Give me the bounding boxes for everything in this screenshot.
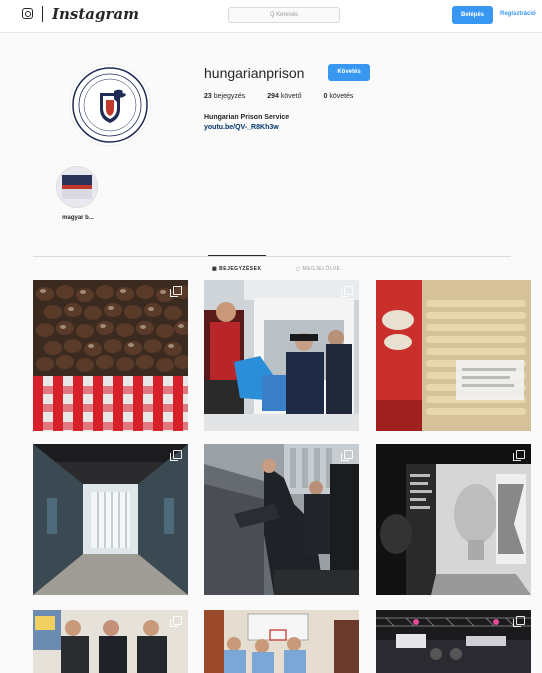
post-tile[interactable] bbox=[376, 444, 531, 595]
following-stat[interactable]: 0 követés bbox=[323, 93, 353, 100]
highlight-label: magyar b... bbox=[62, 215, 94, 221]
post-image bbox=[33, 280, 188, 431]
multiple-images-icon bbox=[513, 450, 525, 461]
multiple-images-icon bbox=[341, 450, 353, 461]
post-image bbox=[204, 280, 359, 431]
post-image bbox=[33, 444, 188, 595]
post-tile[interactable] bbox=[204, 444, 359, 595]
posts-label: bejegyzés bbox=[213, 93, 246, 100]
followers-count: 294 bbox=[267, 93, 279, 100]
post-image bbox=[204, 444, 359, 595]
multiple-images-icon bbox=[170, 616, 182, 627]
post-tile[interactable] bbox=[33, 444, 188, 595]
post-image bbox=[33, 610, 188, 673]
profile-stats: 23 bejegyzés 294 követő 0 követés bbox=[204, 93, 373, 100]
post-tile[interactable] bbox=[376, 610, 531, 673]
followers-stat[interactable]: 294 követő bbox=[267, 93, 301, 100]
divider bbox=[42, 6, 43, 22]
search-input[interactable]: Q Keresés bbox=[228, 7, 340, 23]
tab-posts[interactable]: ▦ BEJEGYZÉSEK bbox=[212, 266, 262, 272]
register-link[interactable]: Regisztráció bbox=[500, 11, 536, 17]
active-tab-indicator bbox=[208, 255, 266, 256]
post-image bbox=[376, 444, 531, 595]
tab-posts-label: BEJEGYZÉSEK bbox=[219, 266, 262, 272]
posts-stat: 23 bejegyzés bbox=[204, 93, 245, 100]
camera-icon[interactable] bbox=[22, 8, 33, 19]
multiple-images-icon bbox=[170, 286, 182, 297]
post-image bbox=[376, 610, 531, 673]
post-tile[interactable] bbox=[376, 280, 531, 431]
post-tile[interactable] bbox=[204, 610, 359, 673]
following-count: 0 bbox=[323, 93, 328, 100]
tab-tagged-label: MEGJELÖLVE bbox=[302, 266, 341, 272]
top-navigation-bar: Instagram Q Keresés Belépés Regisztráció bbox=[0, 0, 542, 33]
profile-full-name: Hungarian Prison Service bbox=[204, 114, 290, 121]
highlight-cover-icon bbox=[57, 167, 97, 207]
followers-label: követő bbox=[280, 93, 302, 100]
prison-service-emblem-icon bbox=[72, 67, 148, 143]
post-tile[interactable] bbox=[204, 280, 359, 431]
story-highlight[interactable] bbox=[56, 166, 98, 208]
tabs-divider bbox=[33, 256, 511, 257]
following-label: követés bbox=[329, 93, 354, 100]
tab-tagged[interactable]: ◻ MEGJELÖLVE bbox=[296, 266, 341, 272]
post-image bbox=[204, 610, 359, 673]
post-image bbox=[376, 280, 531, 431]
login-button[interactable]: Belépés bbox=[452, 6, 493, 24]
posts-count: 23 bbox=[204, 93, 212, 100]
follow-button[interactable]: Követés bbox=[328, 64, 370, 81]
profile-avatar[interactable] bbox=[69, 64, 151, 146]
instagram-wordmark[interactable]: Instagram bbox=[52, 5, 139, 23]
profile-username: hungarianprison bbox=[204, 65, 305, 81]
multiple-images-icon bbox=[170, 450, 182, 461]
post-tile[interactable] bbox=[33, 280, 188, 431]
multiple-images-icon bbox=[513, 616, 525, 627]
post-tile[interactable] bbox=[33, 610, 188, 673]
multiple-images-icon bbox=[341, 286, 353, 297]
profile-bio-link[interactable]: youtu.be/QV-_R8Kh3w bbox=[204, 124, 279, 131]
